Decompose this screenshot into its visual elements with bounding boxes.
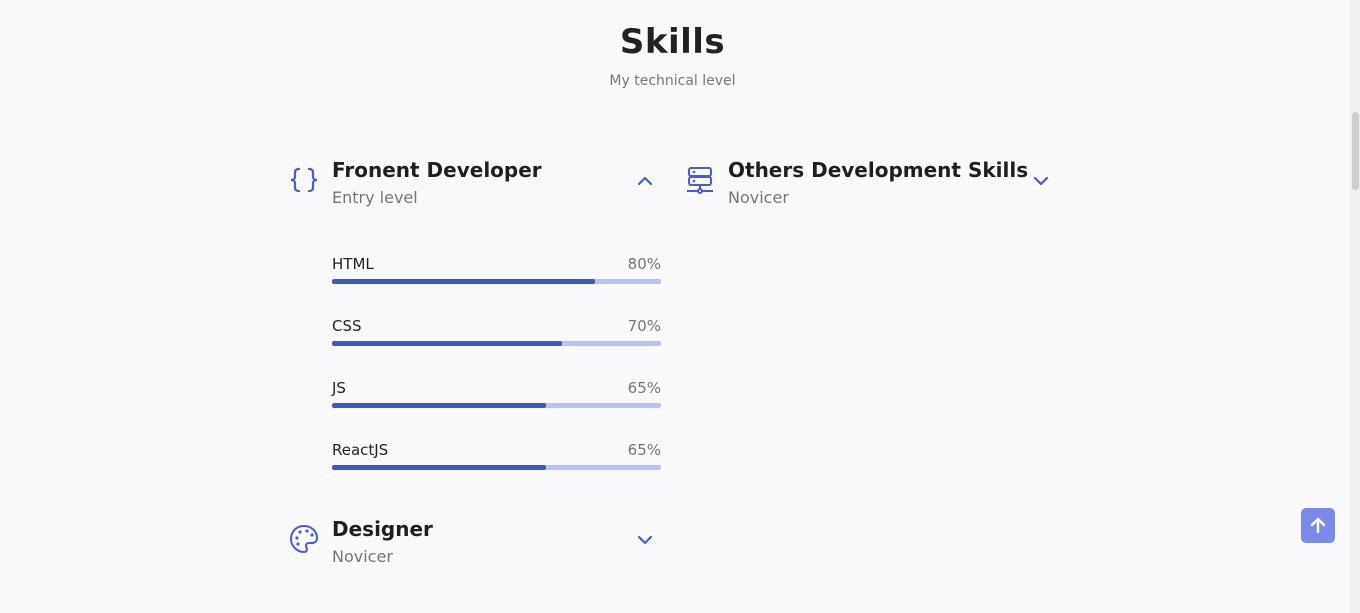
section-subtitle: Novicer (332, 547, 393, 566)
code-braces-icon (290, 167, 318, 193)
skill-percent: 80% (627, 255, 661, 273)
skill-item-css: CSS 70% (332, 317, 661, 347)
skill-bar-fill (332, 341, 563, 346)
skill-bar-track (332, 465, 661, 470)
skill-bar-track (332, 279, 661, 284)
skill-name: HTML (332, 255, 374, 273)
skill-percent: 70% (627, 317, 661, 335)
page-subtitle: My technical level (609, 73, 736, 89)
skill-item-html: HTML 80% (332, 255, 661, 285)
palette-icon (289, 524, 319, 554)
chevron-down-icon[interactable] (636, 531, 654, 549)
skill-name: JS (332, 379, 346, 397)
chevron-down-icon[interactable] (1032, 172, 1050, 190)
skill-name: CSS (332, 317, 362, 335)
section-header-designer[interactable]: Designer Novicer (288, 517, 668, 573)
scroll-up-button[interactable] (1301, 508, 1335, 543)
skill-bar-fill (332, 279, 596, 284)
arrow-up-icon (1310, 517, 1326, 534)
skill-name: ReactJS (332, 441, 389, 459)
skill-percent: 65% (627, 379, 661, 397)
server-network-icon (687, 167, 713, 194)
skill-bar-track (332, 403, 661, 408)
section-header-others[interactable]: Others Development Skills Novicer (684, 158, 1064, 214)
section-subtitle: Entry level (332, 188, 418, 207)
skill-bar-fill (332, 403, 546, 408)
skill-bar-fill (332, 465, 546, 470)
section-subtitle: Novicer (728, 188, 789, 207)
skill-item-reactjs: ReactJS 65% (332, 441, 661, 471)
page-title: Skills (619, 22, 726, 62)
chevron-up-icon[interactable] (636, 172, 654, 190)
skill-bar-track (332, 341, 661, 346)
section-title: Fronent Developer (332, 158, 542, 182)
skill-item-js: JS 65% (332, 379, 661, 409)
page-scrollbar[interactable] (1350, 0, 1360, 613)
section-header-frontend[interactable]: Fronent Developer Entry level (288, 158, 668, 214)
section-title: Others Development Skills (728, 158, 1029, 182)
section-title: Designer (332, 517, 433, 541)
scrollbar-thumb[interactable] (1352, 112, 1359, 190)
skill-percent: 65% (627, 441, 661, 459)
